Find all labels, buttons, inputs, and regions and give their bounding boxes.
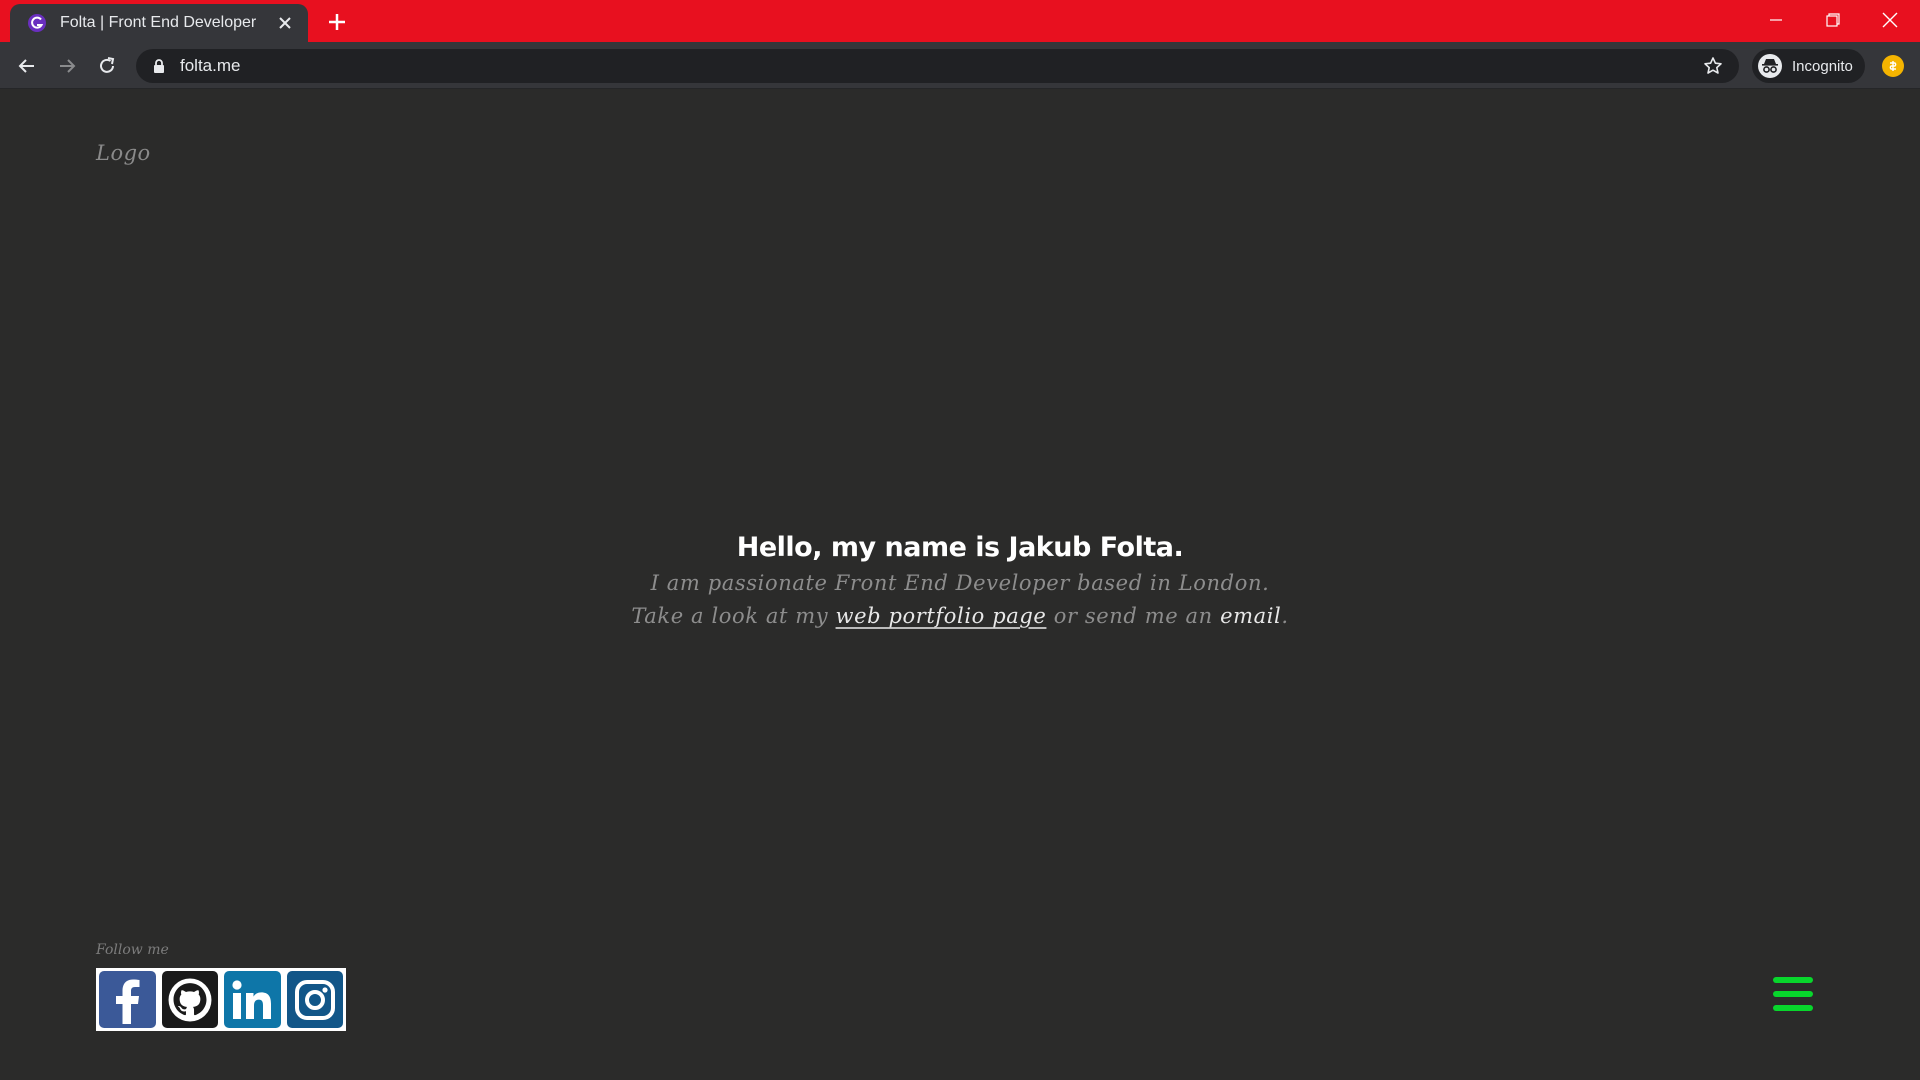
facebook-link[interactable] (99, 971, 156, 1028)
arrow-left-icon (18, 59, 34, 73)
cta-prefix: Take a look at my (631, 604, 829, 628)
hero-cta-line: Take a look at my web portfolio page or … (0, 600, 1920, 633)
cta-suffix: . (1281, 604, 1289, 628)
bookmark-star-icon[interactable] (1703, 56, 1723, 76)
page-content: Logo Hello, my name is Jakub Folta. I am… (0, 89, 1920, 1080)
new-tab-button[interactable] (322, 9, 352, 35)
hero-section: Hello, my name is Jakub Folta. I am pass… (0, 529, 1920, 633)
url-text: folta.me (180, 56, 241, 75)
incognito-label: Incognito (1792, 57, 1853, 75)
site-favicon-icon (26, 12, 48, 34)
incognito-icon (1758, 54, 1782, 78)
instagram-link[interactable] (286, 971, 343, 1028)
instagram-icon (294, 979, 335, 1020)
restore-button[interactable] (1805, 0, 1861, 40)
forward-button[interactable] (52, 51, 82, 81)
minimize-icon (1770, 19, 1782, 21)
back-button[interactable] (12, 51, 42, 81)
hero-title: Hello, my name is Jakub Folta. (736, 532, 1184, 563)
close-icon (1882, 12, 1898, 28)
social-links (96, 968, 346, 1031)
browser-tab[interactable]: Folta | Front End Developer (10, 4, 308, 42)
hamburger-bar (1773, 1005, 1813, 1011)
github-link[interactable] (161, 971, 218, 1028)
tab-title: Folta | Front End Developer (60, 14, 257, 31)
plus-icon (329, 14, 345, 30)
hamburger-bar (1773, 977, 1813, 983)
site-logo[interactable]: Logo (96, 141, 151, 165)
extension-icon[interactable] (1882, 55, 1904, 77)
incognito-profile-button[interactable]: Incognito (1752, 49, 1865, 83)
tab-close-icon[interactable] (274, 12, 296, 34)
arrow-right-icon (60, 59, 76, 73)
portfolio-link[interactable]: web portfolio page (836, 604, 1047, 628)
close-window-button[interactable] (1862, 0, 1918, 40)
browser-titlebar: Folta | Front End Developer (0, 0, 1920, 42)
reload-button[interactable] (92, 51, 122, 81)
browser-toolbar: folta.me Incognito (0, 42, 1920, 89)
minimize-button[interactable] (1748, 0, 1804, 40)
lock-icon (150, 57, 168, 75)
github-icon (168, 978, 212, 1021)
email-link[interactable]: email (1220, 604, 1281, 628)
facebook-icon (116, 979, 140, 1024)
linkedin-icon (232, 979, 272, 1019)
follow-label: Follow me (96, 942, 169, 958)
cta-middle: or send me an (1053, 604, 1213, 628)
reload-icon (100, 57, 115, 73)
hamburger-bar (1773, 991, 1813, 997)
hamburger-menu-icon[interactable] (1773, 977, 1813, 1019)
restore-icon (1826, 13, 1840, 27)
linkedin-link[interactable] (224, 971, 281, 1028)
hero-tagline: I am passionate Front End Developer base… (650, 571, 1270, 595)
address-bar[interactable]: folta.me (136, 49, 1739, 83)
